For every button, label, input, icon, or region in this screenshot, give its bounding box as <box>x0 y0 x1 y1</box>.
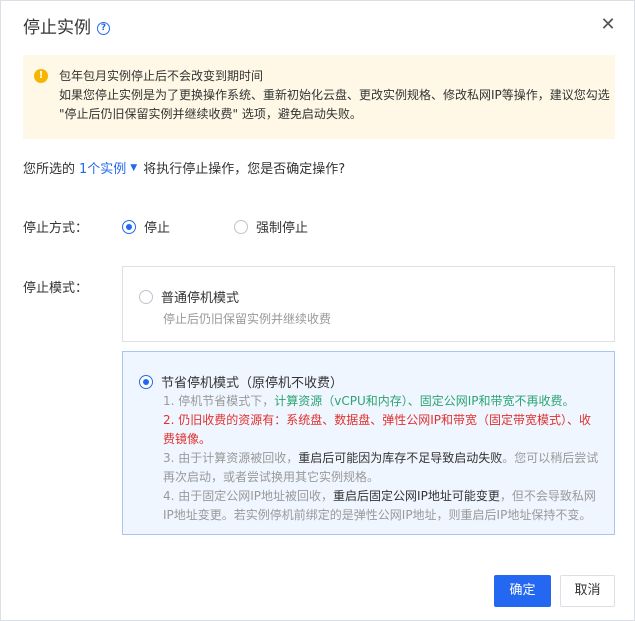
normal-mode-option[interactable]: 普通停机模式 <box>139 287 239 306</box>
note-2-text-cont: 费镜像。 <box>163 432 212 446</box>
warning-icon: ! <box>34 69 48 83</box>
note-2-text: 2. 仍旧收费的资源有：系统盘、数据盘、弹性公网IP和带宽（固定带宽模式）、收 <box>163 413 592 427</box>
saving-mode-title: 节省停机模式（原停机不收费） <box>161 376 344 391</box>
radio-force-stop[interactable]: 强制停止 <box>234 217 308 236</box>
note-3-text: 3. 由于计算资源被回收， <box>163 451 299 465</box>
confirm-suffix: 将执行停止操作，您是否确定操作? <box>143 162 346 177</box>
saving-mode-option[interactable]: 节省停机模式（原停机不收费） <box>139 372 343 391</box>
dialog-title: 停止实例 <box>23 18 91 38</box>
normal-mode-title: 普通停机模式 <box>161 291 240 306</box>
dialog-header: 停止实例 ? <box>23 17 110 39</box>
note-1: 1. 停机节省模式下，计算资源（vCPU和内存）、固定公网IP和带宽不再收费。 <box>163 392 603 411</box>
caret-down-icon[interactable]: ▼ <box>130 163 137 173</box>
note-3: 3. 由于计算资源被回收，重启后可能因为库存不足导致启动失败。您可以稍后尝试再次… <box>163 449 603 487</box>
stop-method-label: 停止方式： <box>23 221 89 236</box>
warning-line-2: 如果您停止实例是为了更换操作系统、重新初始化云盘、更改实例规格、修改私网IP等操… <box>59 88 610 102</box>
close-icon[interactable]: ✕ <box>598 15 618 35</box>
note-4-highlight: 重启后固定公网IP地址可能变更 <box>333 489 500 503</box>
note-1-highlight: 计算资源（vCPU和内存）、固定公网IP和带宽不再收费。 <box>274 394 575 408</box>
radio-stop[interactable]: 停止 <box>122 217 170 236</box>
note-4-text-b: ，但不会导致私网 <box>499 489 596 503</box>
note-4: 4. 由于固定公网IP地址被回收，重启后固定公网IP地址可能变更，但不会导致私网… <box>163 487 603 525</box>
saving-mode-notes: 1. 停机节省模式下，计算资源（vCPU和内存）、固定公网IP和带宽不再收费。 … <box>163 392 603 525</box>
radio-force-stop-label: 强制停止 <box>256 221 309 236</box>
note-3-text-b: 。您可以稍后尝试 <box>502 451 599 465</box>
note-4-text: 4. 由于固定公网IP地址被回收， <box>163 489 334 503</box>
radio-stop-label: 停止 <box>144 221 171 236</box>
note-1-text: 1. 停机节省模式下， <box>163 394 275 408</box>
confirm-prefix: 您所选的 <box>23 162 76 177</box>
note-4-text-cont: IP地址变更。若实例停机前绑定的是弹性公网IP地址，则重启后IP地址保持不变。 <box>163 508 592 522</box>
note-2: 2. 仍旧收费的资源有：系统盘、数据盘、弹性公网IP和带宽（固定带宽模式）、收费… <box>163 411 603 449</box>
radio-circle[interactable] <box>139 374 153 389</box>
note-3-highlight: 重启后可能因为库存不足导致启动失败 <box>298 451 503 465</box>
warning-line-1: 包年包月实例停止后不会改变到期时间 <box>59 69 264 83</box>
cancel-button[interactable]: 取消 <box>560 575 615 607</box>
warning-line-3: "停止后仍旧保留实例并继续收费" 选项，避免启动失败。 <box>59 107 362 121</box>
saving-mode-card[interactable]: 节省停机模式（原停机不收费） 1. 停机节省模式下，计算资源（vCPU和内存）、… <box>122 351 615 535</box>
question-circle-icon[interactable]: ? <box>97 21 110 35</box>
radio-circle[interactable] <box>122 219 136 234</box>
normal-mode-card[interactable]: 普通停机模式 停止后仍旧保留实例并继续收费 <box>122 266 615 342</box>
radio-circle[interactable] <box>234 219 248 234</box>
stop-mode-label: 停止模式： <box>23 281 89 296</box>
normal-mode-subtitle: 停止后仍旧保留实例并继续收费 <box>163 312 332 326</box>
radio-circle[interactable] <box>139 289 153 304</box>
note-3-text-cont: 再次启动，或者尝试换用其它实例规格。 <box>163 470 380 484</box>
instance-count-link[interactable]: 1个实例 <box>79 158 126 177</box>
confirm-message: 您所选的 1个实例 ▼ 将执行停止操作，您是否确定操作? <box>23 158 345 177</box>
warning-alert: ! 包年包月实例停止后不会改变到期时间 如果您停止实例是为了更换操作系统、重新初… <box>23 55 615 139</box>
confirm-button[interactable]: 确定 <box>494 575 551 607</box>
stop-instance-dialog: 停止实例 ? ✕ ! 包年包月实例停止后不会改变到期时间 如果您停止实例是为了更… <box>0 0 635 621</box>
